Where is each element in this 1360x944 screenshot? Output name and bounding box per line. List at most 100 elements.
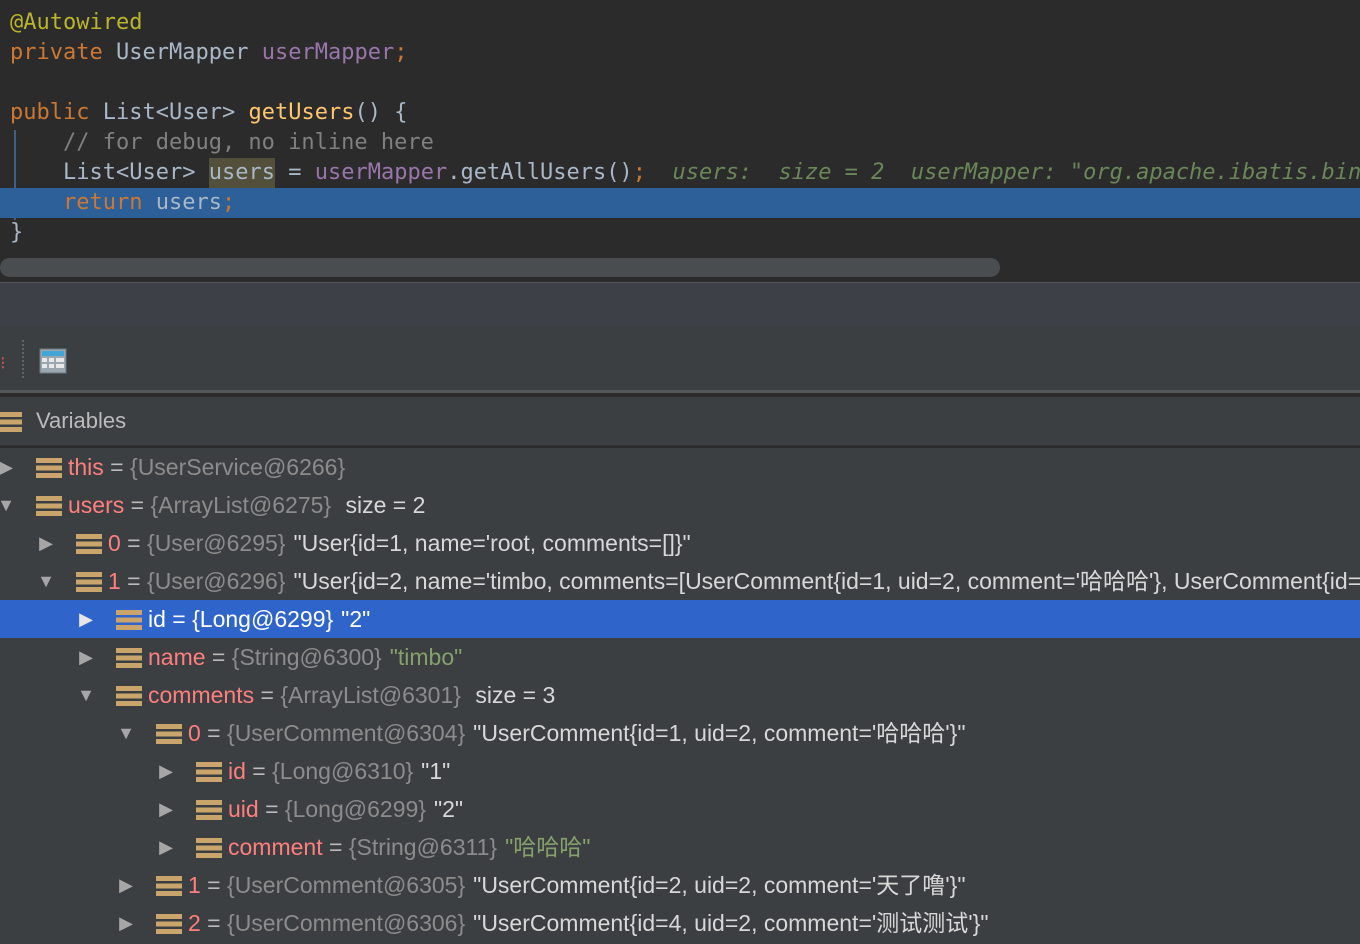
expand-arrow-icon[interactable]: ▶	[0, 448, 16, 486]
editor-horizontal-scrollbar[interactable]	[0, 257, 1360, 279]
variable-row[interactable]: ▶ uid = {Long@6299} "2"	[0, 790, 1360, 828]
code-line-execution-point[interactable]: return users;	[0, 188, 1360, 218]
scrollbar-thumb[interactable]	[0, 258, 1000, 277]
variable-row[interactable]: ▶ comment = {String@6311} "哈哈哈"	[0, 828, 1360, 866]
variable-row[interactable]: ▶ id = {Long@6310} "1"	[0, 752, 1360, 790]
field-icon	[76, 534, 102, 554]
field-icon	[156, 876, 182, 896]
variable-text: this = {UserService@6266}	[68, 448, 353, 486]
collapse-arrow-icon[interactable]: ▼	[116, 714, 136, 752]
variable-type: {ArrayList@6301}	[280, 682, 461, 708]
equals-sign: =	[103, 454, 131, 480]
variable-row[interactable]: ▶ 1 = {UserComment@6305} "UserComment{id=2…	[0, 866, 1360, 904]
variable-type: {Long@6299}	[284, 796, 426, 822]
equals-sign: =	[200, 720, 228, 746]
expand-arrow-icon[interactable]: ▶	[116, 866, 136, 904]
variable-text: 1 = {UserComment@6305} "UserComment{id=2,…	[188, 866, 966, 904]
variable-name: uid	[228, 796, 259, 822]
equals-sign: =	[124, 492, 151, 518]
variable-row[interactable]: ▶ name = {String@6300} "timbo"	[0, 638, 1360, 676]
variable-name: comments	[148, 682, 255, 708]
variable-name: 1	[108, 568, 121, 594]
collapse-arrow-icon[interactable]: ▼	[76, 676, 96, 714]
variable-row[interactable]: ▶ 0 = {User@6295} "User{id=1, name='root, …	[0, 524, 1360, 562]
variable-name: comment	[228, 834, 323, 860]
expand-arrow-icon[interactable]: ▶	[116, 904, 136, 942]
variable-name: id	[228, 758, 246, 784]
variable-text: id = {Long@6299} "2"	[148, 600, 370, 638]
variable-type: {UserService@6266}	[130, 454, 346, 480]
toolbar-separator	[22, 340, 24, 378]
code-token: List<User>	[102, 100, 236, 125]
variable-value: "UserComment{id=2, uid=2, comment='天了噜'}…	[473, 872, 966, 898]
expand-arrow-icon[interactable]: ▶	[76, 638, 96, 676]
variable-row[interactable]: ▼ users = {ArrayList@6275} size = 2	[0, 486, 1360, 524]
equals-sign: =	[200, 910, 228, 936]
equals-sign: =	[258, 796, 285, 822]
evaluate-expression-button[interactable]	[36, 344, 70, 378]
code-token: users	[208, 158, 275, 188]
code-line[interactable]: @Autowired	[0, 8, 1360, 38]
variable-text: 2 = {UserComment@6306} "UserComment{id=4,…	[188, 904, 989, 942]
code-token: public	[10, 100, 90, 125]
variable-text: 0 = {UserComment@6304} "UserComment{id=1,…	[188, 714, 966, 752]
variable-name: 0	[108, 530, 121, 556]
variables-panel-header: Variables	[0, 397, 1360, 446]
expand-arrow-icon[interactable]: ▶	[156, 828, 176, 866]
collapse-arrow-icon[interactable]: ▼	[0, 486, 16, 524]
equals-sign: =	[120, 530, 148, 556]
expand-arrow-icon[interactable]: ▶	[156, 752, 176, 790]
variable-value: "User{id=1, name='root, comments=[]}"	[293, 530, 691, 556]
expand-arrow-icon[interactable]: ▶	[156, 790, 176, 828]
code-line[interactable]: }	[0, 218, 1360, 248]
variable-type: {Long@6299}	[192, 606, 334, 632]
field-icon	[36, 458, 62, 478]
expand-arrow-icon[interactable]: ▶	[76, 600, 96, 638]
field-icon	[196, 838, 222, 858]
variable-row[interactable]: ▶ id = {Long@6299} "2"	[0, 600, 1360, 638]
code-token: .getAllUsers()	[447, 160, 633, 185]
variable-text: id = {Long@6310} "1"	[228, 752, 450, 790]
variable-row[interactable]: ▶ 2 = {UserComment@6306} "UserComment{id=4…	[0, 904, 1360, 942]
equals-sign: =	[245, 758, 273, 784]
variable-row[interactable]: ▼ 1 = {User@6296} "User{id=2, name='timbo,…	[0, 562, 1360, 600]
variable-type: {ArrayList@6275}	[150, 492, 332, 518]
variable-type: {User@6295}	[147, 530, 286, 556]
panel-splitter[interactable]	[0, 282, 1360, 327]
code-token: userMapper	[261, 40, 395, 65]
code-line[interactable]: List<User> users = userMapper .getAllUsers()…	[0, 158, 1360, 188]
variable-value: "UserComment{id=4, uid=2, comment='测试测试'…	[473, 910, 989, 936]
code-token: }	[10, 220, 24, 245]
code-token: List<User>	[63, 160, 196, 185]
variable-type: {UserComment@6304}	[227, 720, 466, 746]
code-line[interactable]	[0, 68, 1360, 98]
variable-type: {String@6311}	[348, 834, 498, 860]
field-icon	[156, 914, 182, 934]
code-editor[interactable]: @Autowired private UserMapper userMapper; pu…	[0, 0, 1360, 254]
variable-name: 0	[188, 720, 201, 746]
code-line[interactable]: private UserMapper userMapper;	[0, 38, 1360, 68]
variable-row[interactable]: ▼ comments = {ArrayList@6301} size = 3	[0, 676, 1360, 714]
collapse-arrow-icon[interactable]: ▼	[36, 562, 56, 600]
variable-row[interactable]: ▼ 0 = {UserComment@6304} "UserComment{id=1…	[0, 714, 1360, 752]
variables-title: Variables	[36, 408, 127, 433]
variable-name: name	[148, 644, 206, 670]
inline-debug-value: users: size = 2 userMapper: "org.apache.…	[672, 160, 1360, 185]
variable-text: name = {String@6300} "timbo"	[148, 638, 462, 676]
code-line[interactable]: // for debug, no inline here	[0, 128, 1360, 158]
equals-sign: =	[254, 682, 281, 708]
code-token: getUsers	[248, 100, 355, 125]
variable-type: {UserComment@6306}	[227, 910, 466, 936]
toolbar-edge-icon: ⁝	[0, 353, 6, 373]
code-line[interactable]: public List<User> getUsers() {	[0, 98, 1360, 128]
variable-value: "1"	[421, 758, 451, 784]
variable-row[interactable]: ▶ this = {UserService@6266}	[0, 448, 1360, 486]
field-icon	[196, 762, 222, 782]
code-token: userMapper	[314, 160, 448, 185]
field-icon	[76, 572, 102, 592]
code-token: UserMapper	[116, 40, 249, 65]
expand-arrow-icon[interactable]: ▶	[36, 524, 56, 562]
code-token: () {	[354, 100, 408, 125]
code-token: ;	[394, 40, 408, 65]
variables-tree[interactable]: ▶ this = {UserService@6266} ▼ users = {Arra…	[0, 448, 1360, 944]
